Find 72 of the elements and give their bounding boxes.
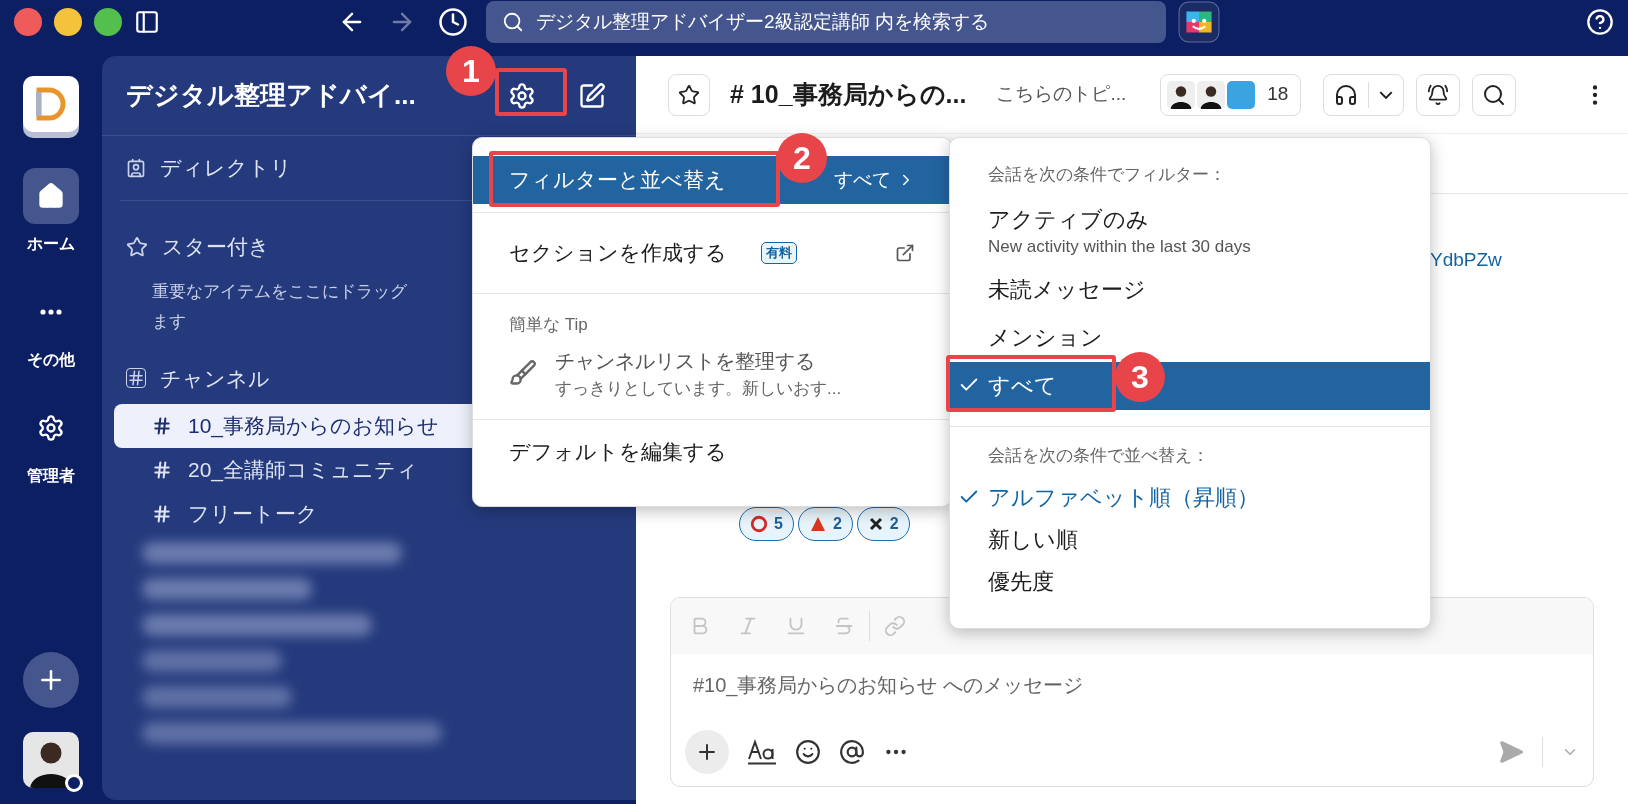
- submenu-heading: 会話を次の条件で並べ替え：: [987, 444, 1210, 467]
- tip-heading: 簡単な Tip: [509, 314, 589, 336]
- hash-icon: [152, 460, 172, 480]
- channel-topic[interactable]: こちらのトピ...: [996, 80, 1127, 109]
- cross-icon: [867, 515, 884, 532]
- help-icon[interactable]: [1586, 8, 1614, 36]
- section-title[interactable]: チャンネル: [160, 362, 270, 394]
- step-badge: 1: [446, 46, 496, 96]
- search-input[interactable]: デジタル整理アドバイザー2級認定講師 内を検索する: [536, 7, 1150, 37]
- tip-title[interactable]: チャンネルリストを整理する: [555, 345, 842, 376]
- chevron-down-icon: [1379, 90, 1394, 99]
- hash-icon: [152, 416, 172, 436]
- hash-icon: [152, 504, 172, 524]
- submenu-heading: 会話を次の条件でフィルター：: [987, 164, 1227, 186]
- settings-icon[interactable]: [508, 81, 536, 110]
- user-avatar: [23, 732, 79, 788]
- message-link[interactable]: YdbPZw: [1430, 246, 1628, 275]
- bell-icon: [1427, 83, 1450, 106]
- workspace-name[interactable]: デジタル整理アドバイ...: [126, 76, 416, 115]
- circle-icon: [750, 514, 768, 533]
- directory-link[interactable]: ディレクトリ: [160, 152, 292, 184]
- notifications-button[interactable]: [1416, 73, 1461, 116]
- more-icon: [40, 309, 62, 315]
- home-icon: [37, 182, 65, 210]
- filter-option[interactable]: アクティブのみ New activity within the last 30 days: [950, 195, 1430, 266]
- directory-icon: [126, 158, 146, 178]
- hint-text: ます: [152, 310, 186, 333]
- channel-title[interactable]: # 10_事務局からの...: [730, 75, 967, 114]
- search-field[interactable]: デジタル整理アドバイザー2級認定講師 内を検索する: [486, 1, 1166, 43]
- sidebar-toggle-icon[interactable]: [134, 9, 160, 35]
- sort-option[interactable]: 新しい順: [950, 518, 1430, 560]
- reaction-pill[interactable]: 2: [856, 506, 910, 541]
- member-avatar: [1197, 80, 1226, 109]
- paid-tag: 有料: [761, 242, 797, 264]
- mention-icon[interactable]: [839, 738, 865, 765]
- menu-item-value: すべて: [834, 167, 891, 192]
- app-icon[interactable]: [1178, 1, 1220, 43]
- attach-button[interactable]: [685, 729, 729, 774]
- members-button[interactable]: 18: [1160, 73, 1302, 116]
- search-icon: [502, 11, 524, 33]
- sort-option[interactable]: アルファベット順（昇順）: [950, 476, 1430, 518]
- hash-icon: [126, 368, 146, 389]
- filter-option[interactable]: 未読メッセージ: [950, 265, 1430, 314]
- search-icon: [1482, 82, 1507, 107]
- emoji-icon[interactable]: [795, 738, 821, 765]
- rail-item[interactable]: その他: [23, 284, 79, 372]
- workspace-logo[interactable]: [21, 76, 81, 140]
- highlight-frame: [495, 68, 567, 116]
- external-link-icon: [895, 243, 915, 263]
- star-icon: [678, 83, 700, 106]
- star-icon: [126, 235, 148, 258]
- channel-item[interactable]: フリートーク: [114, 492, 624, 536]
- compose-icon[interactable]: [578, 81, 606, 110]
- rail-item[interactable]: 管理者: [23, 400, 79, 488]
- huddle-button[interactable]: [1323, 73, 1405, 116]
- search-button[interactable]: [1472, 73, 1517, 116]
- settings-icon: [37, 414, 65, 442]
- triangle-icon: [808, 515, 827, 532]
- formatting-icon[interactable]: [747, 738, 777, 765]
- section-title[interactable]: スター付き: [162, 231, 270, 263]
- history-icon[interactable]: [438, 7, 468, 37]
- tip-text: すっきりとしています。新しいおす...: [555, 377, 842, 400]
- message-input[interactable]: #10_事務局からのお知らせ へのメッセージ: [671, 653, 1593, 718]
- member-avatar: [1167, 80, 1196, 109]
- reaction-pill[interactable]: 5: [739, 506, 794, 541]
- hint-text: 重要なアイテムをここにドラッグ: [152, 280, 407, 303]
- member-avatar: [1227, 80, 1256, 109]
- status-indicator: [65, 774, 83, 792]
- add-workspace-button[interactable]: [23, 652, 79, 708]
- star-button[interactable]: [668, 73, 710, 116]
- headphones-icon: [1334, 82, 1359, 107]
- reaction-pill[interactable]: 2: [797, 506, 853, 541]
